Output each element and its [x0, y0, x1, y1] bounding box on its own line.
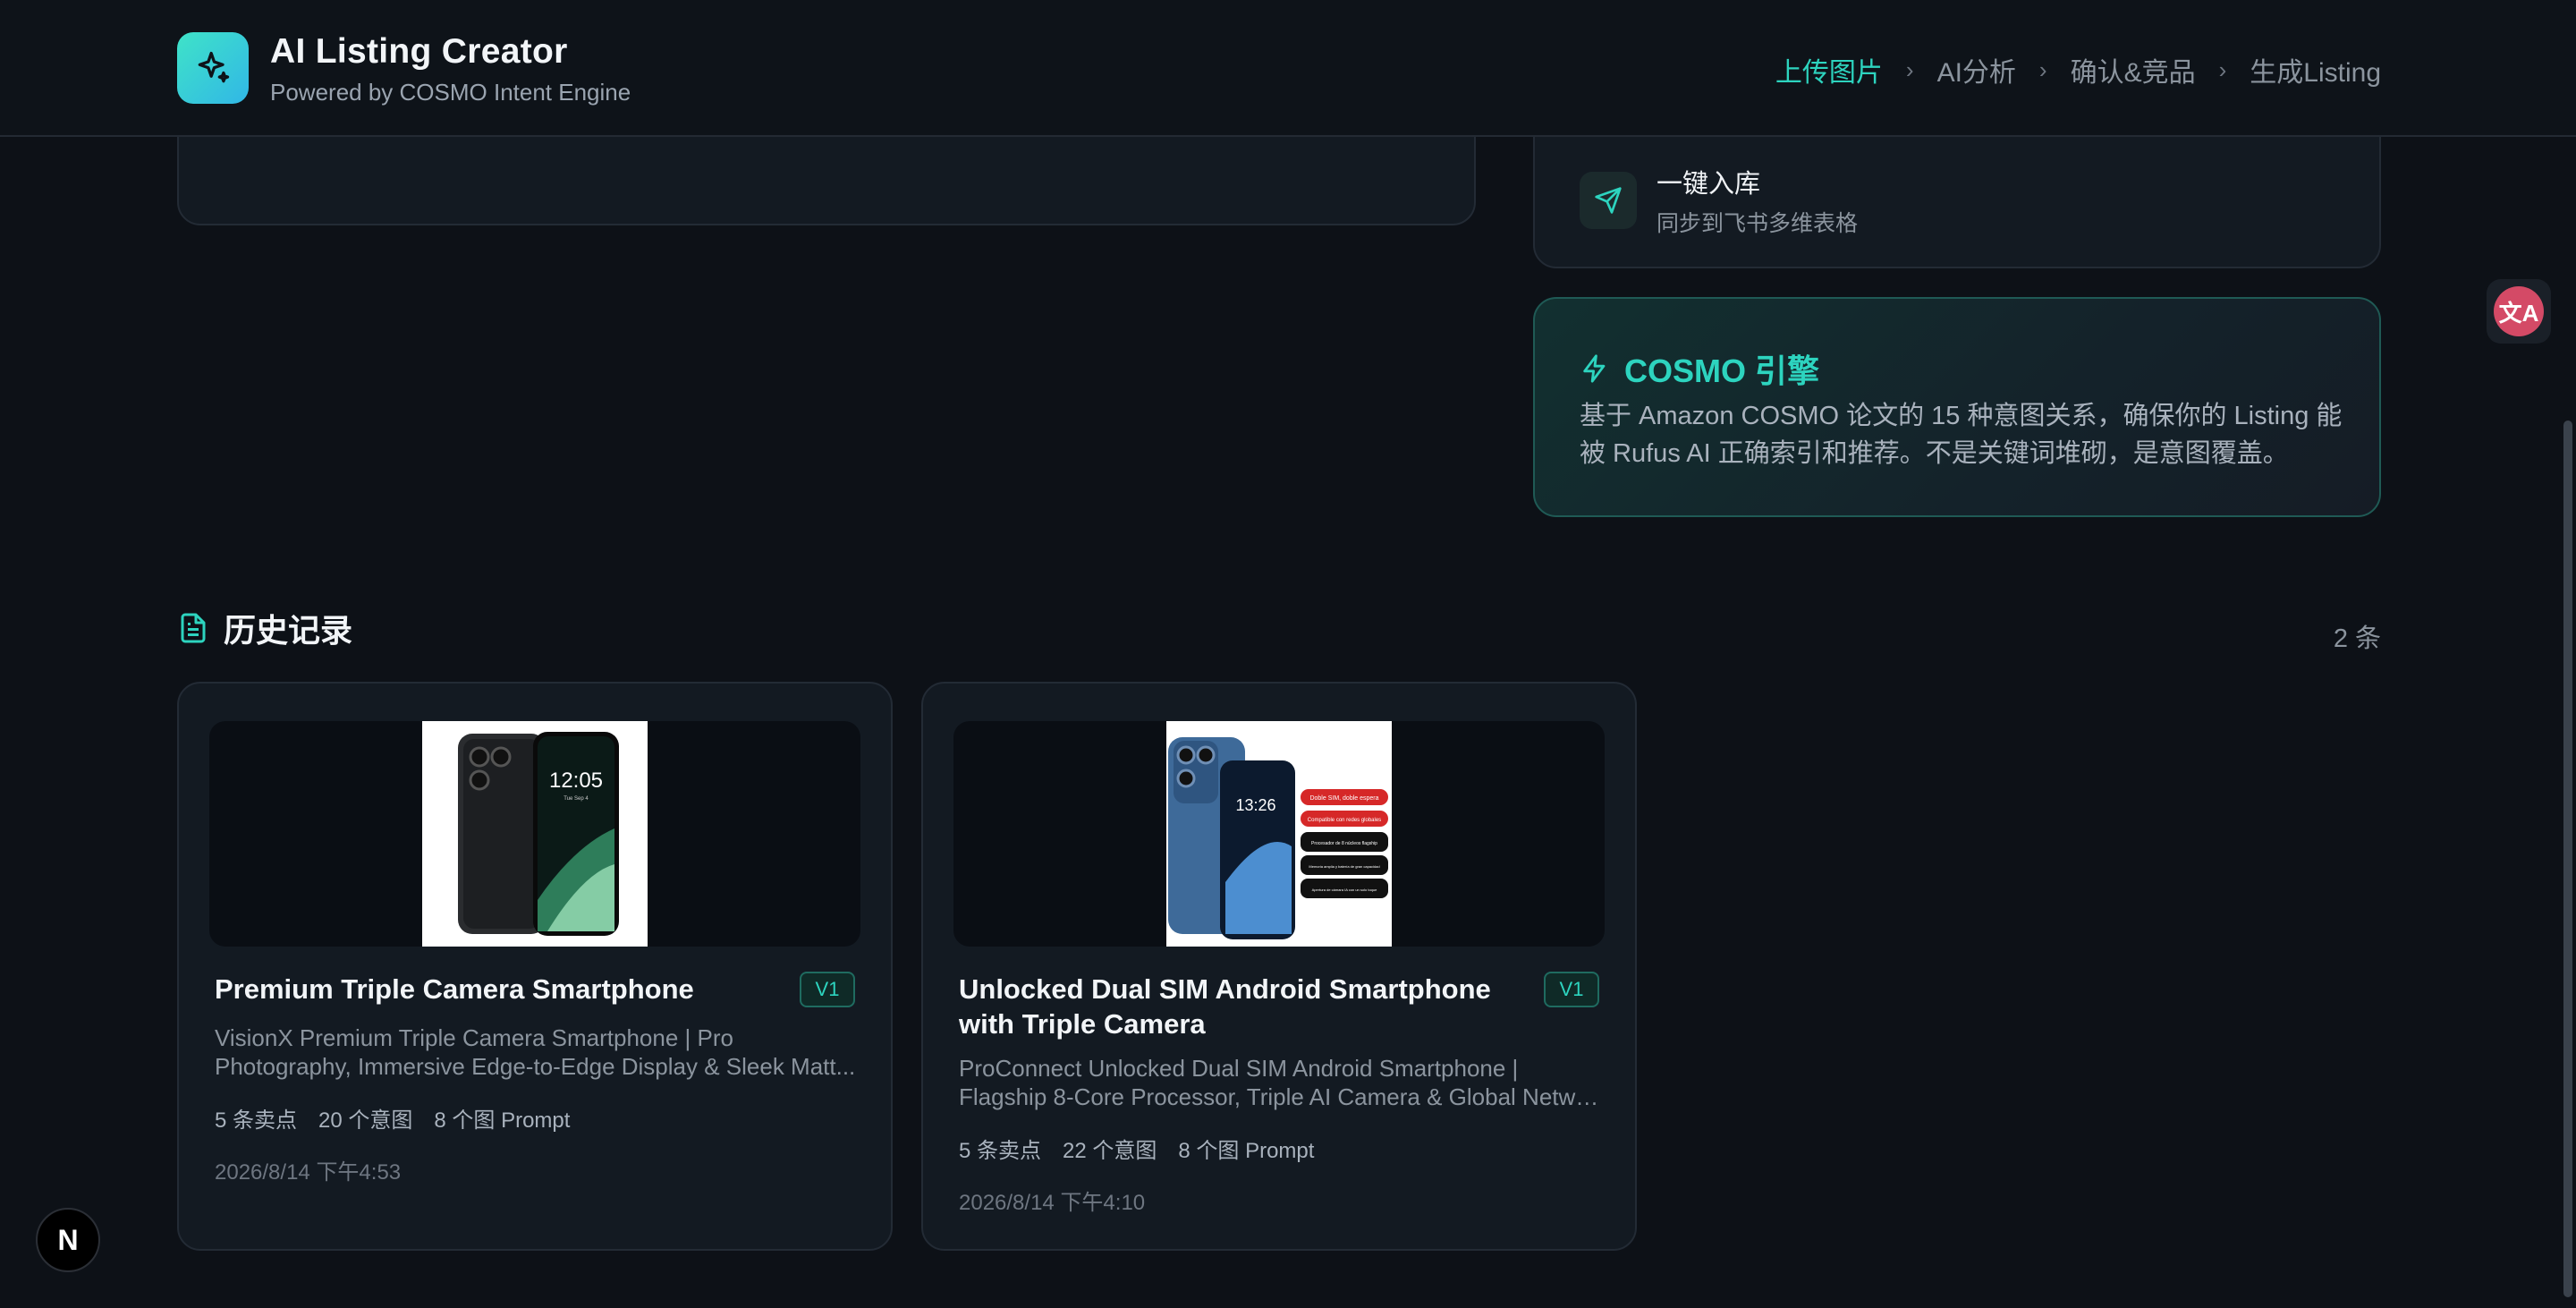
cosmo-heading: COSMO 引擎: [1580, 345, 1819, 392]
stat-prompts: 8 个图 Prompt: [434, 1108, 571, 1133]
product-image: 12:05 Tue Sep 4: [422, 721, 648, 947]
scrollbar-thumb[interactable]: [2563, 420, 2572, 1297]
history-thumbnail: 12:05 Tue Sep 4: [209, 721, 860, 947]
title-line: with Triple Camera: [959, 1008, 1206, 1040]
app-subtitle: Powered by COSMO Intent Engine: [270, 79, 631, 106]
lightning-icon: [1583, 354, 1606, 383]
app-title: AI Listing Creator: [270, 32, 568, 71]
desc-line: Photography, Immersive Edge-to-Edge Disp…: [215, 1053, 856, 1080]
cosmo-engine-card: COSMO 引擎 基于 Amazon COSMO 论文的 15 种意图关系，确保…: [1533, 297, 2381, 517]
translate-button[interactable]: 文A: [2487, 279, 2551, 344]
image-tag: Memoria amplia y batería de gran capacid…: [1309, 864, 1379, 869]
desc-line: ProConnect Unlocked Dual SIM Android Sma…: [959, 1055, 1519, 1082]
app-header: AI Listing Creator Powered by COSMO Inte…: [0, 0, 2576, 137]
feature-publish-desc: 同步到飞书多维表格: [1657, 211, 1859, 236]
feature-publish-title: 一键入库: [1657, 170, 1761, 199]
history-item-title: Unlocked Dual SIM Android Smartphone wit…: [959, 972, 1513, 1041]
product-image: 13:26 Doble SIM, doble espera Compatible…: [1166, 721, 1392, 947]
translate-icon: 文A: [2494, 286, 2544, 336]
history-item-stats: 5 条卖点 20 个意图 8 个图 Prompt: [215, 1102, 570, 1134]
version-badge: V1: [1544, 972, 1599, 1007]
image-date-text: Tue Sep 4: [564, 796, 589, 802]
image-tag: Procesador de 8 núcleos flagship: [1311, 841, 1377, 846]
history-item-desc: VisionX Premium Triple Camera Smartphone…: [215, 1023, 859, 1081]
history-title: 历史记录: [224, 612, 353, 649]
history-card[interactable]: 12:05 Tue Sep 4 Premium Triple Camera Sm…: [177, 682, 893, 1251]
image-clock-text: 13:26: [1235, 796, 1275, 814]
image-tag: Compatible con redes globales: [1308, 818, 1381, 823]
history-item-stats: 5 条卖点 22 个意图 8 个图 Prompt: [959, 1133, 1314, 1164]
stat-prompts: 8 个图 Prompt: [1178, 1139, 1315, 1163]
history-heading: 历史记录: [177, 605, 352, 651]
chevron-right-icon: ›: [1905, 55, 1914, 83]
step-analyze[interactable]: AI分析: [1937, 50, 2016, 89]
history-thumbnail: 13:26 Doble SIM, doble espera Compatible…: [953, 721, 1605, 947]
version-badge: V1: [800, 972, 855, 1007]
cosmo-title: COSMO 引擎: [1624, 352, 1820, 389]
chevron-right-icon: ›: [2218, 55, 2227, 83]
image-tag: Doble SIM, doble espera: [1309, 795, 1378, 802]
history-item-title: Premium Triple Camera Smartphone: [215, 973, 694, 1005]
desc-line: Flagship 8-Core Processor, Triple AI Cam…: [959, 1083, 1603, 1110]
stat-selling-points: 5 条卖点: [215, 1108, 298, 1133]
image-tag: Apertura de cámara IA con un solo toque: [1312, 888, 1377, 892]
stat-intents: 20 个意图: [318, 1108, 413, 1133]
history-card[interactable]: 13:26 Doble SIM, doble espera Compatible…: [921, 682, 1637, 1251]
feature-publish: 一键入库 同步到飞书多维表格: [1580, 163, 1858, 238]
stat-selling-points: 5 条卖点: [959, 1139, 1042, 1163]
send-icon: [1580, 172, 1637, 229]
title-line: Unlocked Dual SIM Android Smartphone: [959, 973, 1491, 1005]
image-clock-text: 12:05: [549, 769, 603, 793]
chevron-right-icon: ›: [2038, 55, 2047, 83]
nextjs-dev-badge[interactable]: N: [36, 1208, 100, 1272]
history-item-desc: ProConnect Unlocked Dual SIM Android Sma…: [959, 1054, 1603, 1111]
desc-line: VisionX Premium Triple Camera Smartphone…: [215, 1024, 733, 1051]
step-breadcrumb: 上传图片 › AI分析 › 确认&竞品 › 生成Listing: [1775, 50, 2381, 89]
history-item-date: 2026/8/14 下午4:10: [959, 1191, 1146, 1215]
step-upload[interactable]: 上传图片: [1775, 50, 1883, 89]
history-item-date: 2026/8/14 下午4:53: [215, 1160, 402, 1185]
history-count: 2 条: [2333, 624, 2381, 653]
document-icon: [181, 613, 206, 643]
step-generate[interactable]: 生成Listing: [2250, 50, 2381, 89]
cosmo-description: 基于 Amazon COSMO 论文的 15 种意图关系，确保你的 Listin…: [1580, 402, 2343, 468]
stat-intents: 22 个意图: [1063, 1139, 1157, 1163]
step-confirm[interactable]: 确认&竞品: [2071, 50, 2196, 89]
sparkle-logo-icon: [177, 32, 249, 104]
